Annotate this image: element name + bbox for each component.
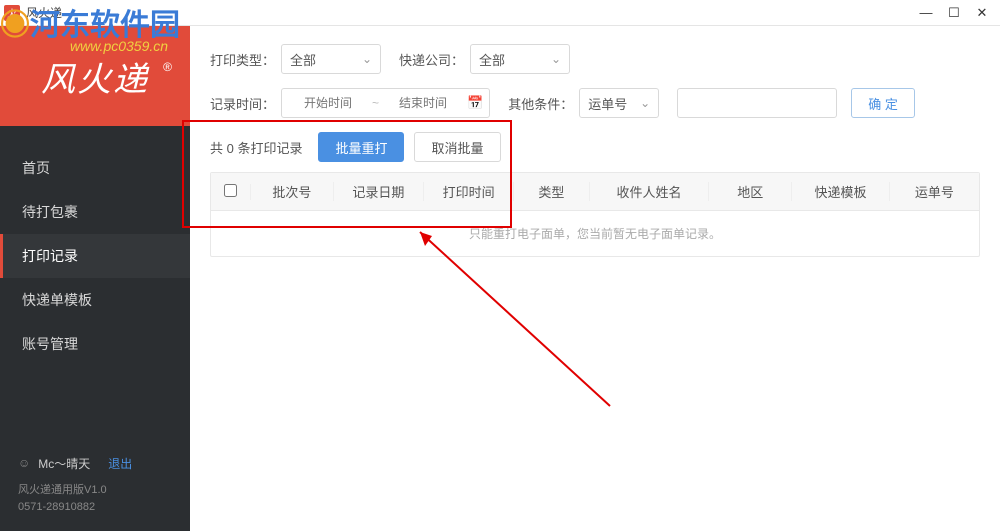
- main-content: 打印类型： 全部 快递公司： 全部 记录时间： ~ 📅 其他条件： 运单号 确 …: [190, 26, 1000, 531]
- window-title: 风火递: [26, 4, 912, 21]
- calendar-icon: 📅: [467, 95, 483, 111]
- th-waybill: 运单号: [890, 182, 979, 201]
- records-table: 批次号 记录日期 打印时间 类型 收件人姓名 地区 快递模板 运单号 只能重打电…: [210, 172, 980, 257]
- th-recipient: 收件人姓名: [590, 182, 710, 201]
- th-batch: 批次号: [251, 182, 334, 201]
- logo-area: 风火递 ®: [0, 26, 190, 126]
- th-date: 记录日期: [334, 182, 424, 201]
- sidebar-item-print-records[interactable]: 打印记录: [0, 234, 190, 278]
- other-cond-select[interactable]: 运单号: [579, 88, 659, 118]
- filter-row-2: 记录时间： ~ 📅 其他条件： 运单号 确 定: [210, 88, 980, 118]
- filter-row-1: 打印类型： 全部 快递公司： 全部: [210, 44, 980, 74]
- version-text: 风火递通用版V1.0: [18, 482, 172, 500]
- sidebar-item-label: 快递单模板: [22, 292, 92, 308]
- record-time-label: 记录时间：: [210, 94, 275, 113]
- sidebar-item-pending[interactable]: 待打包裹: [0, 190, 190, 234]
- select-all-checkbox[interactable]: [224, 184, 237, 197]
- th-template: 快递模板: [792, 182, 890, 201]
- titlebar: 火 风火递 — ☐ ✕: [0, 0, 1000, 26]
- sidebar-item-templates[interactable]: 快递单模板: [0, 278, 190, 322]
- sidebar-item-account[interactable]: 账号管理: [0, 322, 190, 366]
- start-date-input[interactable]: [288, 96, 368, 110]
- sidebar: 风火递 ® 首页 待打包裹 打印记录 快递单模板 账号管理 ☺ Mc～晴天 退出…: [0, 26, 190, 531]
- maximize-button[interactable]: ☐: [940, 1, 968, 25]
- sidebar-item-label: 待打包裹: [22, 204, 78, 220]
- close-button[interactable]: ✕: [968, 1, 996, 25]
- print-type-select[interactable]: 全部: [281, 44, 381, 74]
- minimize-button[interactable]: —: [912, 1, 940, 25]
- sidebar-item-label: 打印记录: [22, 248, 78, 264]
- sidebar-item-label: 首页: [22, 160, 50, 176]
- summary-text: 共 0 条打印记录: [210, 138, 302, 157]
- sidebar-item-label: 账号管理: [22, 336, 78, 352]
- other-cond-label: 其他条件：: [508, 94, 573, 113]
- table-empty-text: 只能重打电子面单，您当前暂无电子面单记录。: [211, 211, 979, 256]
- end-date-input[interactable]: [383, 96, 463, 110]
- user-name: Mc～晴天: [38, 455, 90, 472]
- button-label: 批量重打: [335, 138, 387, 157]
- th-print-time: 打印时间: [424, 182, 514, 201]
- courier-label: 快递公司：: [399, 50, 464, 69]
- select-value: 运单号: [588, 94, 627, 113]
- user-row: ☺ Mc～晴天 退出: [18, 455, 172, 472]
- confirm-button[interactable]: 确 定: [851, 88, 915, 118]
- th-region: 地区: [709, 182, 792, 201]
- app-icon: 火: [4, 5, 20, 21]
- sidebar-item-home[interactable]: 首页: [0, 146, 190, 190]
- search-input[interactable]: [677, 88, 837, 118]
- courier-select[interactable]: 全部: [470, 44, 570, 74]
- nav: 首页 待打包裹 打印记录 快递单模板 账号管理: [0, 126, 190, 366]
- th-checkbox: [211, 184, 251, 200]
- select-value: 全部: [479, 50, 505, 69]
- summary-row: 共 0 条打印记录 批量重打 取消批量: [210, 132, 980, 162]
- date-separator: ~: [368, 96, 383, 110]
- batch-reprint-button[interactable]: 批量重打: [318, 132, 404, 162]
- logout-link[interactable]: 退出: [108, 455, 132, 472]
- phone-text: 0571-28910882: [18, 499, 172, 517]
- select-value: 全部: [290, 50, 316, 69]
- sidebar-footer: ☺ Mc～晴天 退出 风火递通用版V1.0 0571-28910882: [0, 441, 190, 531]
- cancel-batch-button[interactable]: 取消批量: [414, 132, 500, 162]
- print-type-label: 打印类型：: [210, 50, 275, 69]
- table-header: 批次号 记录日期 打印时间 类型 收件人姓名 地区 快递模板 运单号: [211, 173, 979, 211]
- th-type: 类型: [514, 182, 589, 201]
- button-label: 确 定: [868, 94, 898, 113]
- window-controls: — ☐ ✕: [912, 1, 996, 25]
- button-label: 取消批量: [431, 138, 483, 157]
- logo-text: 风火递: [41, 52, 149, 101]
- logo-registered: ®: [163, 60, 172, 74]
- user-icon: ☺: [18, 456, 30, 470]
- date-range-picker[interactable]: ~ 📅: [281, 88, 490, 118]
